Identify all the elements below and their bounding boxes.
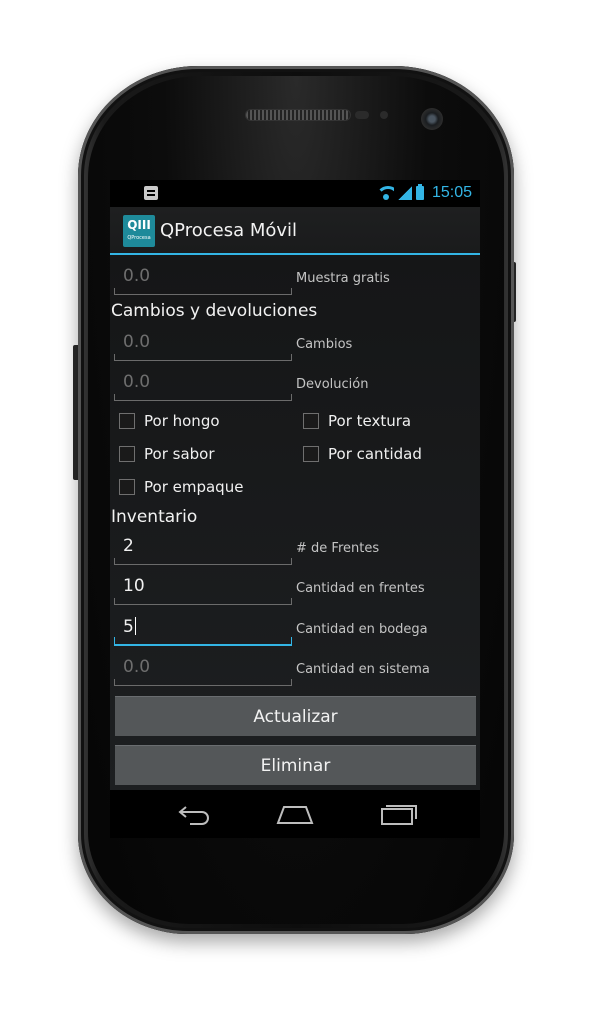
frentes-input[interactable]: 2 <box>114 525 292 565</box>
checkbox-box[interactable] <box>303 446 319 462</box>
checkbox-label: Por hongo <box>144 412 220 430</box>
cantidad-bodega-value: 5 <box>123 617 134 637</box>
inventario-section-title: Inventario <box>111 507 198 527</box>
talk-notification-icon <box>144 186 158 200</box>
wifi-icon <box>377 186 394 200</box>
cantidad-frentes-row: 10 Cantidad en frentes <box>110 565 480 605</box>
cantidad-sistema-row: 0.0 Cantidad en sistema <box>110 646 480 686</box>
frentes-label: # de Frentes <box>296 541 380 556</box>
muestra-gratis-label: Muestra gratis <box>296 271 390 286</box>
cambios-input[interactable]: 0.0 <box>114 321 292 361</box>
checkbox-por-empaque[interactable]: Por empaque <box>119 474 243 500</box>
checkbox-label: Por sabor <box>144 445 215 463</box>
devolucion-value: 0.0 <box>123 372 151 392</box>
form-content: 0.0 Muestra gratis Cambios y devolucione… <box>110 255 480 790</box>
frentes-row: 2 # de Frentes <box>110 525 480 565</box>
checkbox-por-textura[interactable]: Por textura <box>303 408 411 434</box>
cantidad-sistema-input[interactable]: 0.0 <box>114 646 292 686</box>
status-clock: 15:05 <box>431 184 472 201</box>
checkbox-box[interactable] <box>119 446 135 462</box>
cantidad-frentes-label: Cantidad en frentes <box>296 581 425 596</box>
cantidad-bodega-value-wrap: 5 <box>123 617 136 637</box>
checkbox-label: Por cantidad <box>328 445 422 463</box>
status-bar: 15:05 <box>110 180 480 267</box>
checkbox-box[interactable] <box>303 413 319 429</box>
text-cursor <box>134 617 136 635</box>
checkbox-label: Por empaque <box>144 478 244 496</box>
checkbox-por-sabor[interactable]: Por sabor <box>119 441 215 467</box>
muestra-gratis-input[interactable]: 0.0 <box>114 255 292 295</box>
cantidad-sistema-label: Cantidad en sistema <box>296 662 430 677</box>
devolucion-label: Devolución <box>296 377 369 392</box>
proximity-sensor <box>355 111 369 119</box>
app-title: QProcesa Móvil <box>160 220 298 241</box>
cantidad-bodega-input[interactable]: 5 <box>114 606 292 646</box>
devolucion-row: 0.0 Devolución <box>110 361 480 401</box>
checkbox-label: Por textura <box>328 412 412 430</box>
cambios-row: 0.0 Cambios <box>110 321 480 361</box>
action-bar: QIII QProcesa QProcesa Móvil <box>110 207 480 255</box>
cantidad-frentes-value: 10 <box>123 576 145 596</box>
eliminar-button[interactable]: Eliminar <box>115 745 476 785</box>
navigation-bar <box>110 790 480 838</box>
signal-icon <box>397 186 412 200</box>
app-logo[interactable]: QIII QProcesa <box>123 215 155 247</box>
muestra-gratis-value: 0.0 <box>123 266 151 286</box>
frentes-value: 2 <box>123 536 134 556</box>
checkbox-por-cantidad[interactable]: Por cantidad <box>303 441 422 467</box>
back-icon[interactable] <box>176 803 210 825</box>
app-logo-text: QIII <box>127 218 151 232</box>
app-logo-caption: QProcesa <box>127 235 151 241</box>
muestra-gratis-row: 0.0 Muestra gratis <box>110 255 480 295</box>
earpiece-speaker <box>246 110 350 120</box>
devolucion-input[interactable]: 0.0 <box>114 361 292 401</box>
cambios-value: 0.0 <box>123 332 151 352</box>
battery-icon <box>415 184 424 200</box>
cantidad-bodega-label: Cantidad en bodega <box>296 622 428 637</box>
cantidad-bodega-row: 5 Cantidad en bodega <box>110 606 480 646</box>
checkbox-box[interactable] <box>119 413 135 429</box>
cambios-label: Cambios <box>296 337 353 352</box>
cantidad-frentes-input[interactable]: 10 <box>114 565 292 605</box>
checkbox-por-hongo[interactable]: Por hongo <box>119 408 220 434</box>
light-sensor <box>380 111 388 119</box>
cambios-section-title: Cambios y devoluciones <box>111 301 318 321</box>
cantidad-sistema-value: 0.0 <box>123 657 151 677</box>
recent-apps-icon[interactable] <box>380 803 418 825</box>
front-camera <box>421 108 443 130</box>
actualizar-button[interactable]: Actualizar <box>115 696 476 736</box>
screen: 15:05 QIII QProcesa QProcesa Móvil 0.0 M… <box>110 180 480 838</box>
home-icon[interactable] <box>276 803 314 825</box>
checkbox-box[interactable] <box>119 479 135 495</box>
